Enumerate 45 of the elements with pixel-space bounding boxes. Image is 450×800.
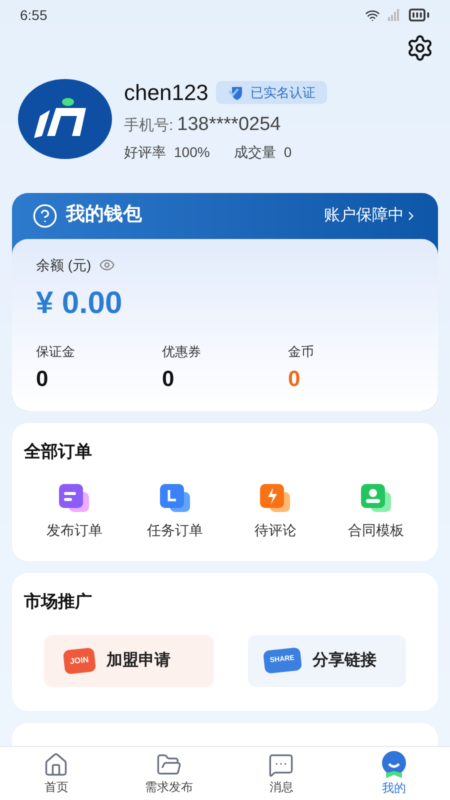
verified-text: 已实名认证 — [250, 84, 316, 102]
stat-label: 优惠券 — [162, 343, 202, 361]
signal-icon — [388, 9, 400, 21]
tab-item[interactable]: 需求发布 — [112, 747, 225, 800]
order-shortcut[interactable]: 待评论 — [225, 484, 326, 541]
status-time: 6:55 — [20, 6, 48, 24]
settings-icon[interactable] — [406, 34, 434, 62]
smiley-icon — [380, 750, 408, 778]
folder-icon — [156, 752, 182, 778]
speech-bubble-icon: JOIN — [62, 646, 96, 674]
stat-value: 0 — [36, 364, 50, 392]
tab-item[interactable]: 消息 — [225, 747, 338, 800]
username: chen123 — [124, 79, 208, 107]
lightning-icon — [260, 484, 290, 512]
promotion-title: 市场推广 — [24, 591, 93, 613]
balance-label: 余额 (元) — [36, 256, 92, 275]
deals-value: 0 — [284, 142, 292, 162]
clock-icon — [160, 484, 190, 512]
person-icon — [360, 484, 391, 512]
order-shortcut[interactable]: 合同模板 — [326, 484, 426, 541]
promotion-button[interactable]: JOIN 加盟申请 — [44, 634, 214, 686]
stat-value: 0 — [288, 364, 302, 392]
tab-item[interactable]: 首页 — [0, 747, 112, 800]
eye-icon[interactable] — [99, 257, 116, 273]
balance-amount: ¥ 0.00 — [36, 284, 124, 322]
order-shortcut[interactable]: 任务订单 — [124, 484, 225, 541]
phone-number: 138****0254 — [177, 113, 281, 137]
account-protection-link[interactable]: 账户保障中 — [324, 204, 418, 228]
document-icon — [59, 484, 90, 512]
phone-label: 手机号: — [124, 116, 174, 136]
wallet-title: 我的钱包 — [66, 203, 142, 228]
tab-item[interactable]: 我的 — [338, 747, 450, 800]
stat-label: 金币 — [288, 343, 315, 361]
help-icon[interactable] — [32, 202, 58, 228]
orders-title: 全部订单 — [24, 440, 93, 462]
home-icon — [43, 752, 70, 778]
deals-label: 成交量 — [234, 142, 276, 162]
order-shortcut[interactable]: 发布订单 — [24, 484, 124, 541]
shield-icon — [228, 86, 244, 100]
stat-label: 保证金 — [36, 343, 76, 361]
message-icon — [268, 752, 294, 778]
rating-value: 100% — [174, 142, 210, 162]
rating-label: 好评率 — [124, 142, 166, 162]
stat-value: 0 — [162, 364, 176, 392]
wifi-icon — [365, 8, 380, 22]
